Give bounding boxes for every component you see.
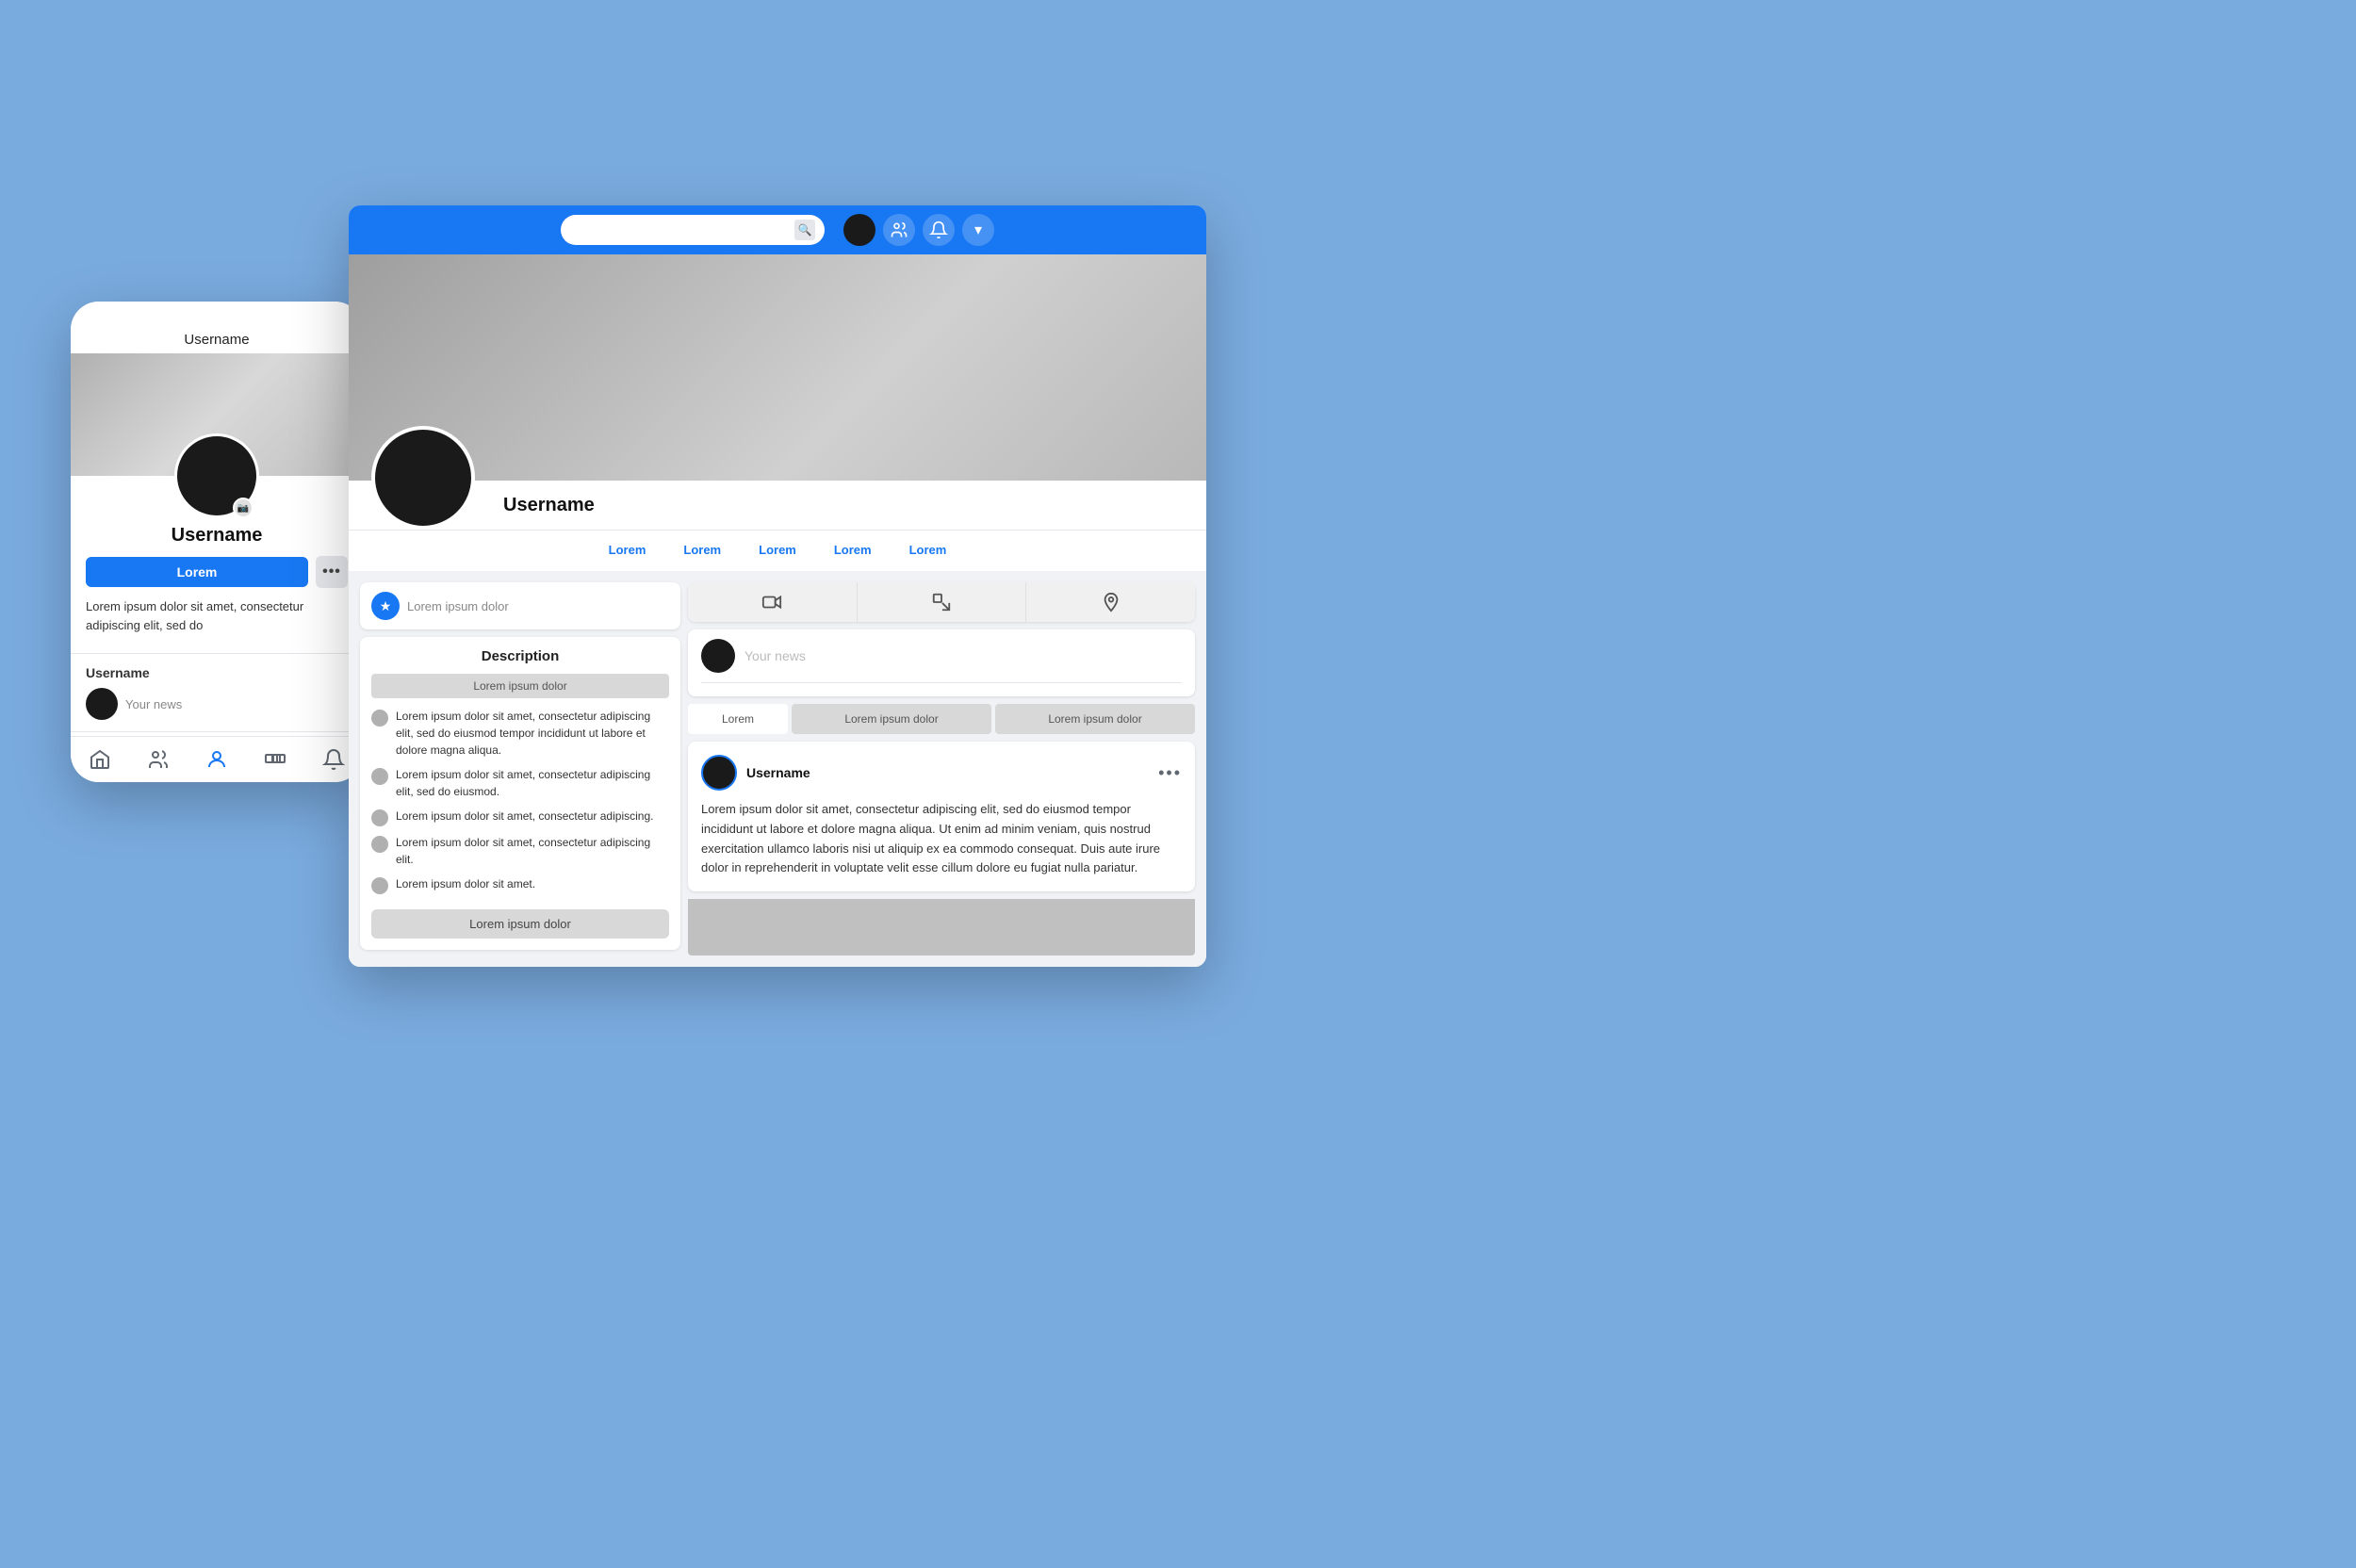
browser-filter-tab-3[interactable]: Lorem ipsum dolor bbox=[995, 704, 1195, 734]
browser-desc-text-2: Lorem ipsum dolor sit amet, consectetur … bbox=[396, 766, 669, 800]
browser-video-tab[interactable] bbox=[688, 582, 858, 622]
phone-action-button[interactable]: Lorem bbox=[86, 557, 308, 587]
browser-nav-avatar[interactable] bbox=[843, 214, 875, 246]
browser-left-column: ★ Lorem ipsum dolor Description Lorem ip… bbox=[360, 582, 680, 956]
browser-desc-item-2: Lorem ipsum dolor sit amet, consectetur … bbox=[371, 766, 669, 800]
browser-tab-1[interactable]: Lorem bbox=[590, 531, 665, 572]
browser-filter-row: Lorem Lorem ipsum dolor Lorem ipsum dolo… bbox=[688, 704, 1195, 734]
browser-gray-bottom bbox=[688, 899, 1195, 956]
browser-desc-text-3: Lorem ipsum dolor sit amet, consectetur … bbox=[396, 808, 653, 825]
browser-desc-text-1: Lorem ipsum dolor sit amet, consectetur … bbox=[396, 708, 669, 759]
browser-status-star-icon: ★ bbox=[371, 592, 400, 620]
browser-desc-item-1: Lorem ipsum dolor sit amet, consectetur … bbox=[371, 708, 669, 759]
browser-desc-bullet-2 bbox=[371, 768, 388, 785]
browser-desc-item-5: Lorem ipsum dolor sit amet. bbox=[371, 875, 669, 894]
browser-tag-tab[interactable] bbox=[858, 582, 1027, 622]
browser-media-tabs bbox=[688, 582, 1195, 622]
browser-post-user: Username bbox=[701, 755, 810, 791]
phone-nav-profile-icon[interactable] bbox=[204, 746, 230, 773]
phone-nav-groups-icon[interactable] bbox=[262, 746, 288, 773]
phone-news-avatar bbox=[86, 688, 118, 720]
browser-filter-all[interactable]: Lorem bbox=[688, 704, 788, 734]
phone-news-label: Username bbox=[86, 665, 348, 680]
phone-profile-name: Username bbox=[172, 525, 263, 547]
phone-news-row: Your news bbox=[86, 688, 348, 720]
browser-nav-chevron-icon[interactable]: ▾ bbox=[962, 214, 994, 246]
phone-news-section: Username Your news bbox=[71, 658, 363, 727]
browser-post-more-button[interactable]: ••• bbox=[1158, 763, 1182, 783]
phone-camera-icon[interactable]: 📷 bbox=[233, 498, 254, 518]
browser-news-avatar bbox=[701, 639, 735, 673]
browser-main-content: ★ Lorem ipsum dolor Description Lorem ip… bbox=[349, 571, 1206, 967]
phone-username-header: Username bbox=[71, 328, 363, 353]
browser-filter-tab-2[interactable]: Lorem ipsum dolor bbox=[792, 704, 991, 734]
phone-bottom-nav bbox=[71, 736, 363, 782]
browser-search-bar[interactable]: 🔍 bbox=[561, 215, 825, 245]
browser-post-username: Username bbox=[746, 765, 810, 780]
browser-desc-item-4: Lorem ipsum dolor sit amet, consectetur … bbox=[371, 834, 669, 868]
browser-news-box: Your news bbox=[688, 629, 1195, 696]
browser-post-body: Lorem ipsum dolor sit amet, consectetur … bbox=[701, 800, 1182, 878]
browser-news-divider bbox=[701, 682, 1182, 683]
phone-bio-text: Lorem ipsum dolor sit amet, consectetur … bbox=[71, 597, 363, 642]
phone-news-placeholder[interactable]: Your news bbox=[125, 697, 182, 711]
browser-nav-bell-icon[interactable] bbox=[923, 214, 955, 246]
browser-post-card: Username ••• Lorem ipsum dolor sit amet,… bbox=[688, 742, 1195, 891]
phone-cover-photo: 📷 bbox=[71, 353, 363, 476]
browser-news-row: Your news bbox=[701, 639, 1182, 673]
phone-nav-friends-icon[interactable] bbox=[145, 746, 172, 773]
browser-profile-name: Username bbox=[503, 495, 595, 516]
desktop-browser: 🔍 ▾ Usern bbox=[349, 205, 1206, 967]
phone-status-bar bbox=[71, 302, 363, 328]
browser-search-input[interactable] bbox=[570, 223, 789, 237]
browser-nav-friends-icon[interactable] bbox=[883, 214, 915, 246]
phone-more-button[interactable]: ••• bbox=[316, 556, 348, 588]
browser-post-avatar bbox=[701, 755, 737, 791]
browser-desc-bullet-5 bbox=[371, 877, 388, 894]
browser-tab-5[interactable]: Lorem bbox=[891, 531, 966, 572]
phone-nav-home-icon[interactable] bbox=[87, 746, 113, 773]
browser-status-box: ★ Lorem ipsum dolor bbox=[360, 582, 680, 629]
browser-profile-bar: Username bbox=[349, 481, 1206, 530]
browser-navbar: 🔍 ▾ bbox=[349, 205, 1206, 254]
browser-desc-title: Description bbox=[371, 648, 669, 664]
browser-status-placeholder[interactable]: Lorem ipsum dolor bbox=[407, 599, 509, 613]
browser-news-input[interactable]: Your news bbox=[744, 648, 1182, 663]
browser-desc-text-5: Lorem ipsum dolor sit amet. bbox=[396, 875, 535, 892]
browser-description-box: Description Lorem ipsum dolor Lorem ipsu… bbox=[360, 637, 680, 950]
browser-location-tab[interactable] bbox=[1026, 582, 1195, 622]
phone-divider-1 bbox=[71, 653, 363, 654]
phone-nav-bell-icon[interactable] bbox=[320, 746, 347, 773]
browser-desc-bullet-3 bbox=[371, 809, 388, 826]
browser-desc-button[interactable]: Lorem ipsum dolor bbox=[371, 909, 669, 939]
phone-divider-2 bbox=[71, 731, 363, 732]
browser-desc-label: Lorem ipsum dolor bbox=[371, 674, 669, 698]
browser-profile-tabs: Lorem Lorem Lorem Lorem Lorem bbox=[349, 530, 1206, 571]
browser-post-header: Username ••• bbox=[701, 755, 1182, 791]
mobile-phone: Username 📷 Username Lorem ••• Lorem ipsu… bbox=[71, 302, 363, 782]
browser-desc-text-4: Lorem ipsum dolor sit amet, consectetur … bbox=[396, 834, 669, 868]
browser-desc-bullet-1 bbox=[371, 710, 388, 727]
browser-desc-bullet-4 bbox=[371, 836, 388, 853]
browser-tab-2[interactable]: Lorem bbox=[664, 531, 740, 572]
browser-tab-3[interactable]: Lorem bbox=[740, 531, 815, 572]
browser-search-icon[interactable]: 🔍 bbox=[794, 220, 815, 240]
browser-right-column: Your news Lorem Lorem ipsum dolor Lorem … bbox=[688, 582, 1195, 956]
browser-tab-4[interactable]: Lorem bbox=[815, 531, 891, 572]
browser-profile-avatar bbox=[371, 426, 475, 530]
phone-action-row: Lorem ••• bbox=[71, 556, 363, 588]
browser-nav-icons: ▾ bbox=[843, 214, 994, 246]
browser-desc-item-3: Lorem ipsum dolor sit amet, consectetur … bbox=[371, 808, 669, 826]
browser-cover-photo bbox=[349, 254, 1206, 481]
